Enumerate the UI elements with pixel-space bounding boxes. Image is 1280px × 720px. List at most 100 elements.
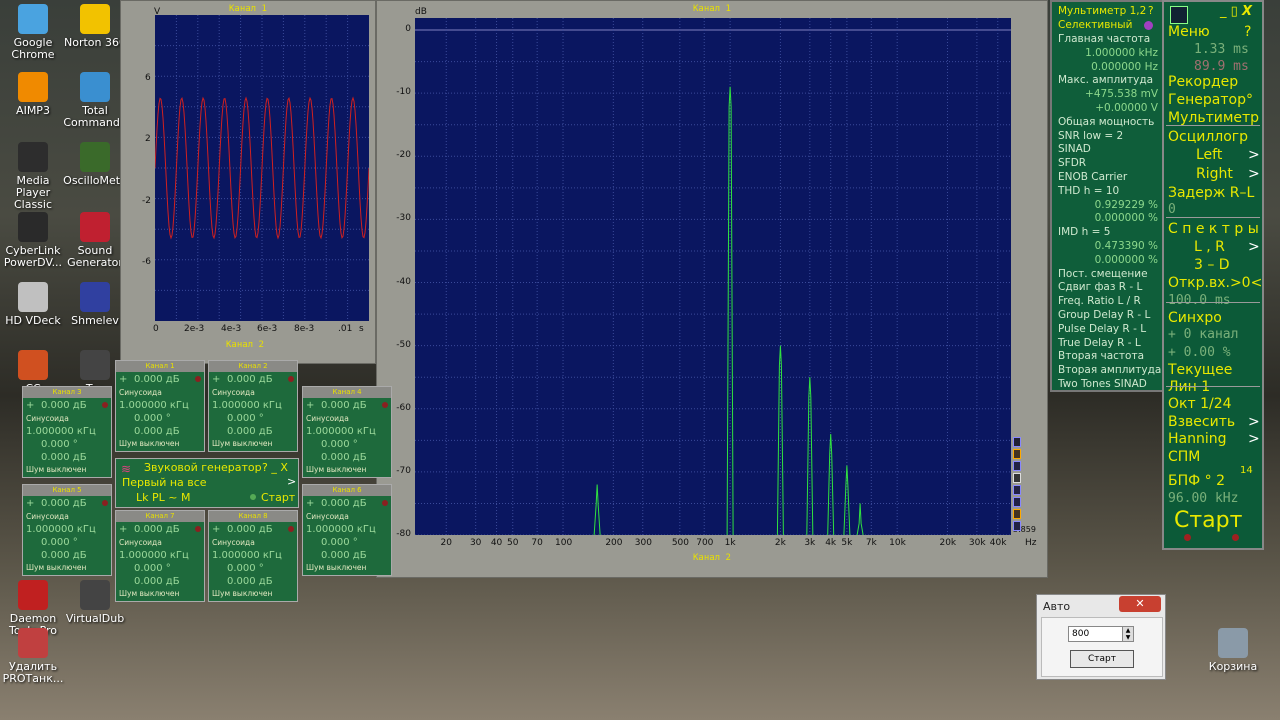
plus-icon[interactable]: + [212, 374, 294, 385]
submenu-arrow-icon[interactable]: > [1248, 414, 1260, 430]
multimeter-param-label[interactable]: Сдвиг фаз R - L [1058, 281, 1158, 293]
menu-help[interactable]: ? [1244, 24, 1258, 40]
desktop-icon[interactable]: Корзина [1200, 628, 1266, 673]
channel-led-icon[interactable] [382, 500, 388, 506]
menu-item[interactable]: Синхро [1168, 310, 1258, 326]
auto-value-stepper[interactable]: ▲ ▼ [1122, 626, 1134, 642]
multimeter-param-label[interactable]: Макс. амплитуда [1058, 74, 1158, 86]
channel-amp[interactable]: 0.000 дБ [227, 576, 294, 587]
channel-phase[interactable]: 0.000 ° [227, 413, 294, 424]
multimeter-param-label[interactable]: Group Delay R - L [1058, 309, 1158, 321]
channel-phase[interactable]: 0.000 ° [41, 537, 108, 548]
channel-amp[interactable]: 0.000 дБ [41, 452, 108, 463]
channel-wave[interactable]: Синусоида [212, 388, 294, 397]
menu-item[interactable]: Старт [1174, 508, 1258, 533]
menu-item[interactable]: Лин 1 [1168, 379, 1258, 395]
channel-freq[interactable]: 1.000000 кГц [306, 426, 388, 437]
lk-pl-toggle[interactable]: Lk PL ~ M [136, 491, 190, 504]
channel-phase[interactable]: 0.000 ° [41, 439, 108, 450]
menu-item[interactable]: Осциллогр [1168, 129, 1258, 145]
menu-item[interactable]: Взвесить [1168, 414, 1258, 430]
multimeter-mode[interactable]: Селективный [1058, 19, 1158, 31]
channel-title[interactable]: Канал 2 [209, 361, 297, 372]
menu-item[interactable]: Задерж R–L [1168, 185, 1258, 201]
menu-item[interactable]: Текущее [1168, 362, 1258, 378]
desktop-icon[interactable]: OscilloMete [62, 142, 128, 187]
channel-led-icon[interactable] [102, 402, 108, 408]
plus-icon[interactable]: + [306, 400, 388, 411]
channel-wave[interactable]: Синусоида [119, 388, 201, 397]
channel-title[interactable]: Канал 4 [303, 387, 391, 398]
channel-noise[interactable]: Шум выключен [306, 465, 388, 474]
channel-led-icon[interactable] [195, 526, 201, 532]
multimeter-param-label[interactable]: SFDR [1058, 157, 1158, 169]
multimeter-param-label[interactable]: True Delay R - L [1058, 337, 1158, 349]
channel-title[interactable]: Канал 6 [303, 485, 391, 496]
scope-plot[interactable] [154, 15, 370, 321]
menu-item[interactable]: СПМ [1168, 449, 1258, 465]
channel-wave[interactable]: Синусоида [26, 512, 108, 521]
multimeter-param-label[interactable]: Freq. Ratio L / R [1058, 295, 1158, 307]
menu-item[interactable]: Hanning [1168, 431, 1258, 447]
channel-title[interactable]: Канал 8 [209, 511, 297, 522]
channel-amp[interactable]: 0.000 дБ [134, 426, 201, 437]
multimeter-param-label[interactable]: SNR low = 2 [1058, 130, 1158, 142]
channel-phase[interactable]: 0.000 ° [321, 537, 388, 548]
desktop-icon[interactable]: CyberLink PowerDV... [0, 212, 66, 269]
submenu-arrow-icon[interactable]: > [1248, 166, 1260, 182]
channel-title[interactable]: Канал 3 [23, 387, 111, 398]
multimeter-param-label[interactable]: Вторая частота [1058, 350, 1158, 362]
mode-indicator-icon[interactable] [1144, 21, 1153, 30]
channel-led-icon[interactable] [102, 500, 108, 506]
channel-wave[interactable]: Синусоида [26, 414, 108, 423]
channel-phase[interactable]: 0.000 ° [134, 413, 201, 424]
channel-freq[interactable]: 1.000000 кГц [119, 400, 201, 411]
menu-item[interactable]: Откр.вх.>0< [1168, 275, 1262, 291]
multimeter-param-label[interactable]: Вторая амплитуда [1058, 364, 1161, 376]
channel-phase[interactable]: 0.000 ° [321, 439, 388, 450]
plus-icon[interactable]: + [119, 524, 201, 535]
channel-led-icon[interactable] [382, 402, 388, 408]
desktop-icon[interactable]: Total Commande [62, 72, 128, 129]
menu-item[interactable]: Мультиметр [1168, 110, 1259, 126]
multimeter-param-label[interactable]: Two Tones SINAD [1058, 378, 1158, 390]
multimeter-param-label[interactable]: SINAD [1058, 143, 1158, 155]
channel-amp[interactable]: 0.000 дБ [321, 550, 388, 561]
desktop-icon[interactable]: AIMP3 [0, 72, 66, 117]
channel-wave[interactable]: Синусоида [119, 538, 201, 547]
desktop-icon[interactable]: Sound Generator [62, 212, 128, 269]
channel-amp[interactable]: 0.000 дБ [321, 452, 388, 463]
plus-icon[interactable]: + [26, 400, 108, 411]
channel-amp[interactable]: 0.000 дБ [134, 576, 201, 587]
generator-mode-arrow-icon[interactable]: > [287, 475, 296, 488]
close-icon[interactable]: X [1242, 4, 1252, 19]
channel-phase[interactable]: 0.000 ° [227, 563, 294, 574]
auto-start-button[interactable]: Старт [1070, 650, 1134, 668]
channel-noise[interactable]: Шум выключен [119, 589, 201, 598]
channel-freq[interactable]: 1.000000 кГц [306, 524, 388, 535]
channel-title[interactable]: Канал 1 [116, 361, 204, 372]
submenu-arrow-icon[interactable]: > [1248, 239, 1260, 255]
menu-item[interactable]: Генератор° [1168, 92, 1258, 108]
desktop-icon[interactable]: Удалить PROTанк... [0, 628, 66, 685]
auto-dialog-close-button[interactable]: ✕ [1119, 596, 1161, 612]
channel-wave[interactable]: Синусоида [306, 414, 388, 423]
channel-title[interactable]: Канал 7 [116, 511, 204, 522]
channel-noise[interactable]: Шум выключен [26, 563, 108, 572]
channel-led-icon[interactable] [288, 526, 294, 532]
submenu-arrow-icon[interactable]: > [1248, 147, 1260, 163]
generator-help[interactable]: ? _ X [262, 461, 288, 474]
channel-wave[interactable]: Синусоида [306, 512, 388, 521]
channel-noise[interactable]: Шум выключен [119, 439, 201, 448]
channel-freq[interactable]: 1.000000 кГц [212, 550, 294, 561]
plus-icon[interactable]: + [306, 498, 388, 509]
multimeter-param-label[interactable]: IMD h = 5 [1058, 226, 1158, 238]
channel-noise[interactable]: Шум выключен [212, 589, 294, 598]
menu-item[interactable]: Окт 1/24 [1168, 396, 1258, 412]
menu-item[interactable]: С п е к т р ы [1168, 221, 1259, 237]
channel-noise[interactable]: Шум выключен [26, 465, 108, 474]
channel-phase[interactable]: 0.000 ° [134, 563, 201, 574]
channel-wave[interactable]: Синусоида [212, 538, 294, 547]
desktop-icon[interactable]: Shmelev [62, 282, 128, 327]
generator-mode-select[interactable]: Первый на все [122, 476, 207, 489]
